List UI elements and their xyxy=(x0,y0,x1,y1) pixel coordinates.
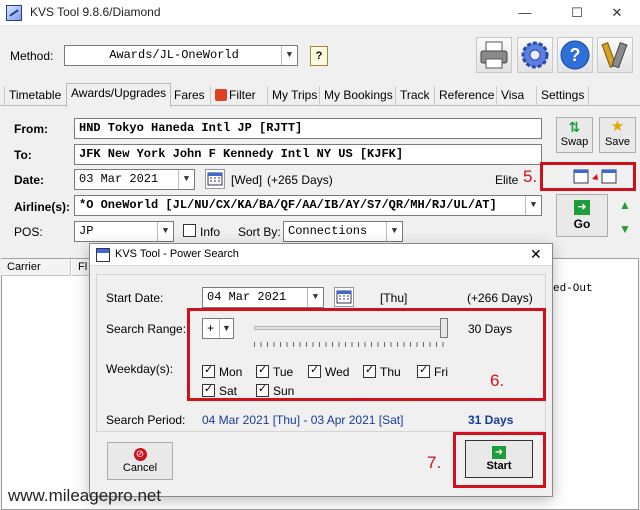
calendar-button[interactable] xyxy=(205,169,225,189)
chevron-down-icon[interactable]: ▼ xyxy=(281,46,297,65)
column-header-carrier[interactable]: Carrier xyxy=(1,259,71,276)
swap-arrows-icon: ⇅ xyxy=(568,119,581,135)
tab-track[interactable]: Track xyxy=(395,86,434,106)
cancel-button[interactable]: ⊘ Cancel xyxy=(107,442,173,480)
date-value: 03 Mar 2021 xyxy=(79,172,159,186)
step5-label: 5. xyxy=(523,167,538,186)
tab-filter-label: Filter xyxy=(229,88,256,102)
sortby-value: Connections xyxy=(288,224,368,238)
help-button[interactable]: ? xyxy=(557,37,593,73)
tab-visa[interactable]: Visa xyxy=(496,86,528,106)
settings-button[interactable] xyxy=(517,37,553,73)
search-range-label: Search Range: xyxy=(106,322,187,336)
watermark: www.mileagepro.net xyxy=(8,486,162,505)
airlines-select[interactable]: *O OneWorld [JL/NU/CX/KA/BA/QF/AA/IB/AY/… xyxy=(74,195,542,216)
to-label: To: xyxy=(14,148,32,162)
minimize-button[interactable]: — xyxy=(502,0,548,26)
chevron-down-icon[interactable]: ▼ xyxy=(307,288,323,307)
info-label: Info xyxy=(200,225,221,239)
filter-icon xyxy=(215,89,227,101)
tab-awards-upgrades[interactable]: Awards/Upgrades xyxy=(66,83,172,107)
method-value: Awards/JL-OneWorld xyxy=(109,48,239,62)
highlight-step5 xyxy=(540,162,636,191)
tab-reference[interactable]: Reference xyxy=(434,86,498,106)
wrench-icon xyxy=(601,42,628,69)
weekdays-label: Weekday(s): xyxy=(106,362,174,376)
tab-my-bookings[interactable]: My Bookings xyxy=(319,86,397,106)
sortby-label: Sort By: xyxy=(238,225,281,239)
elite-label: Elite xyxy=(495,173,519,187)
search-period-label: Search Period: xyxy=(106,413,186,427)
method-label: Method: xyxy=(10,49,54,63)
close-button[interactable]: ✕ xyxy=(594,0,640,26)
dialog-close-icon[interactable]: ✕ xyxy=(530,246,542,263)
date-label: Date: xyxy=(14,173,45,187)
calendar-icon xyxy=(336,290,352,304)
cancel-label: Cancel xyxy=(122,462,158,474)
cancel-icon: ⊘ xyxy=(133,448,147,461)
tab-settings[interactable]: Settings xyxy=(536,86,590,106)
step7-label: 7. xyxy=(427,453,442,472)
chevron-down-icon[interactable]: ▼ xyxy=(386,222,402,241)
calendar-icon xyxy=(207,172,223,186)
chevron-down-icon[interactable]: ▼ xyxy=(157,222,173,241)
pos-select[interactable]: JP ▼ xyxy=(74,221,174,242)
chevron-down-icon[interactable]: ▼ xyxy=(178,170,194,189)
start-date-value: 04 Mar 2021 xyxy=(207,290,287,304)
date-offset: (+265 Days) xyxy=(267,173,333,187)
start-weekday: [Thu] xyxy=(380,291,408,305)
method-select[interactable]: Awards/JL-OneWorld ▼ xyxy=(64,45,298,66)
star-icon: ★ xyxy=(610,118,625,135)
arrow-up-icon[interactable]: ▲ xyxy=(617,198,633,214)
from-input[interactable]: HND Tokyo Haneda Intl JP [RJTT] xyxy=(74,118,542,139)
start-offset: (+266 Days) xyxy=(467,291,533,305)
to-input[interactable]: JFK New York John F Kennedy Intl NY US [… xyxy=(74,144,542,165)
tools-button[interactable] xyxy=(597,37,633,73)
search-period-days: 31 Days xyxy=(468,413,514,427)
airlines-value: *O OneWorld [JL/NU/CX/KA/BA/QF/AA/IB/AY/… xyxy=(79,198,497,212)
print-button[interactable] xyxy=(476,37,512,73)
step6-label: 6. xyxy=(490,371,505,390)
svg-text:?: ? xyxy=(570,45,581,65)
start-date-label: Start Date: xyxy=(106,291,164,305)
question-icon: ? xyxy=(560,40,590,70)
pos-label: POS: xyxy=(14,225,43,239)
gear-icon xyxy=(521,41,549,69)
date-weekday: [Wed] xyxy=(231,173,263,187)
start-date-picker[interactable]: 04 Mar 2021 ▼ xyxy=(202,287,324,308)
go-button[interactable]: ➜ Go xyxy=(556,194,608,237)
save-label: Save xyxy=(604,136,631,148)
tab-my-trips[interactable]: My Trips xyxy=(267,86,321,106)
dialog-calendar-icon xyxy=(96,248,110,262)
tab-fares[interactable]: Fares xyxy=(169,86,209,106)
pos-value: JP xyxy=(79,224,94,238)
swap-label: Swap xyxy=(560,136,589,148)
info-checkbox[interactable] xyxy=(183,224,196,237)
printer-icon xyxy=(480,41,508,69)
swap-button[interactable]: ⇅ Swap xyxy=(556,117,593,153)
airlines-label: Airline(s): xyxy=(14,200,71,214)
search-period-value: 04 Mar 2021 [Thu] - 03 Apr 2021 [Sat] xyxy=(202,413,404,427)
help-note-icon[interactable]: ? xyxy=(310,46,328,66)
highlight-step7 xyxy=(453,432,546,488)
from-label: From: xyxy=(14,122,48,136)
arrow-right-icon: ➜ xyxy=(574,200,590,215)
save-button[interactable]: ★ Save xyxy=(599,117,636,153)
chevron-down-icon[interactable]: ▼ xyxy=(525,196,541,215)
sortby-select[interactable]: Connections ▼ xyxy=(283,221,403,242)
go-label: Go xyxy=(573,217,591,231)
app-icon xyxy=(6,5,22,21)
date-picker[interactable]: 03 Mar 2021 ▼ xyxy=(74,169,195,190)
tab-filter[interactable]: Filter xyxy=(210,86,260,106)
arrow-down-icon[interactable]: ▼ xyxy=(617,222,633,238)
dialog-title: KVS Tool - Power Search xyxy=(115,248,239,260)
results-status-text: ed-Out xyxy=(553,283,593,295)
tab-timetable[interactable]: Timetable xyxy=(4,86,65,106)
start-date-calendar-button[interactable] xyxy=(334,287,354,307)
window-title: KVS Tool 9.8.6/Diamond xyxy=(30,5,161,19)
